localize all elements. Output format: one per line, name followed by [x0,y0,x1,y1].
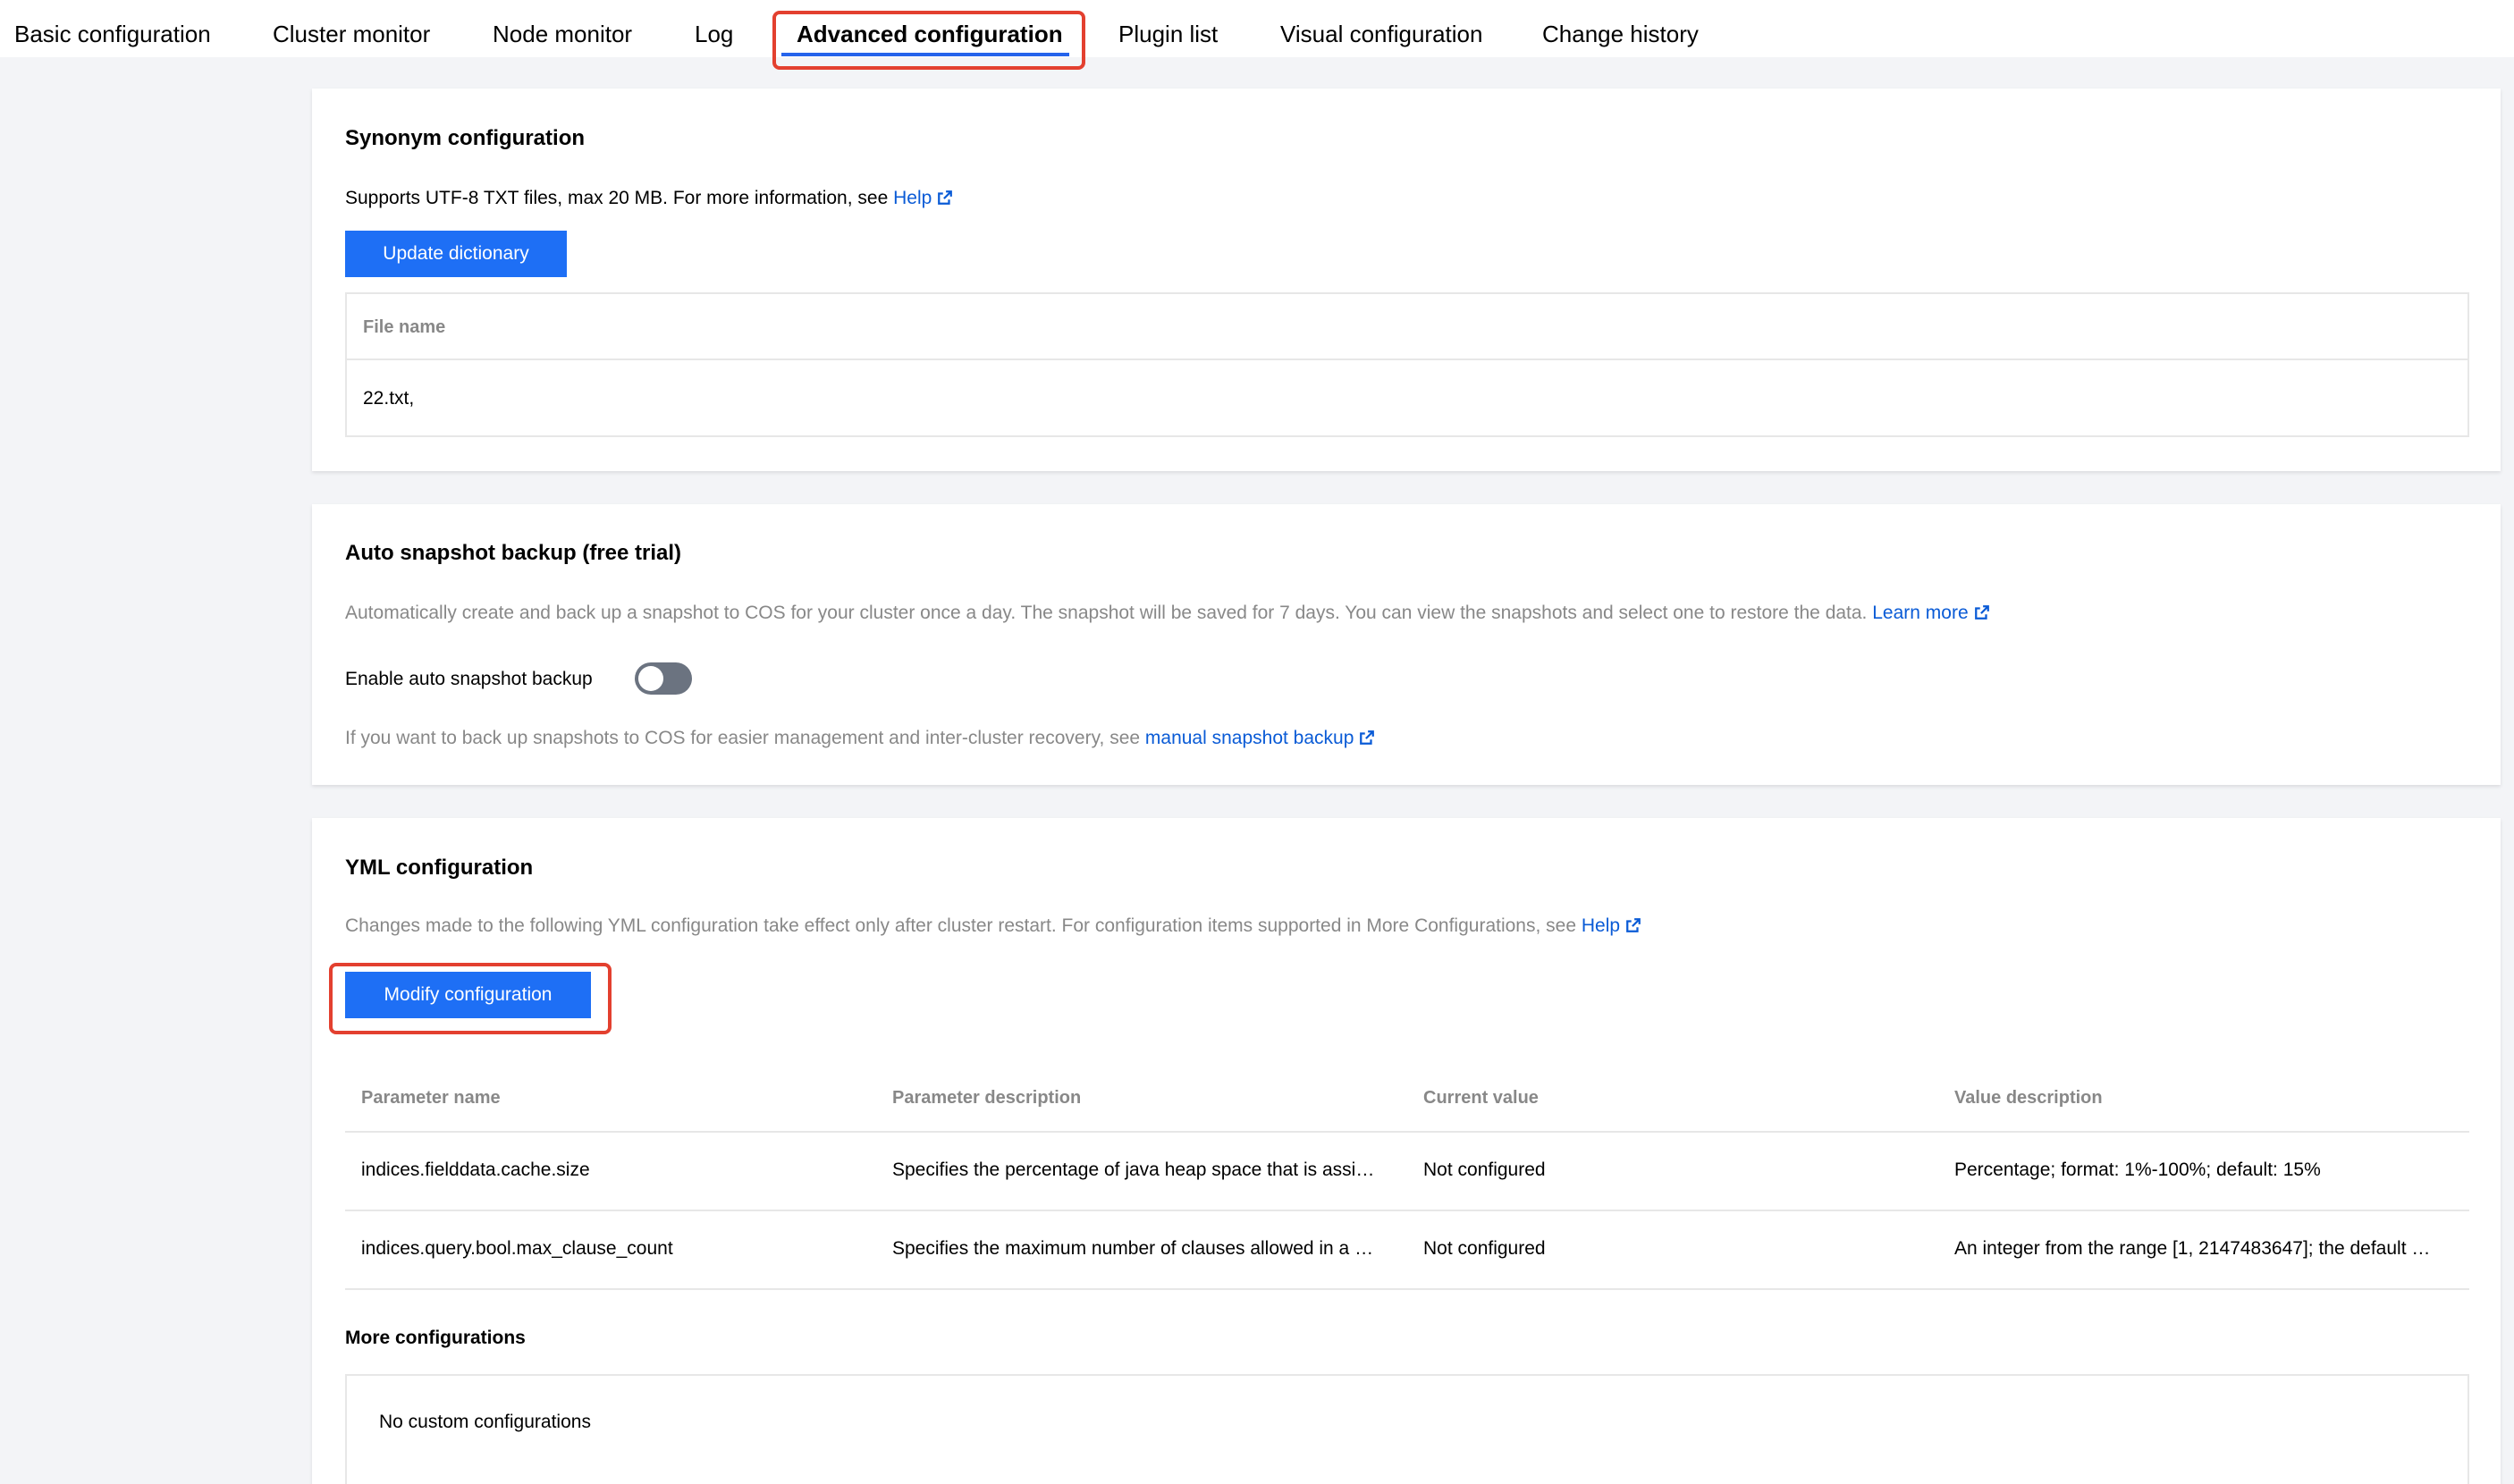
column-header-parameter-description: Parameter description [892,1088,1082,1108]
external-link-icon [1626,918,1641,932]
file-name-header: File name [363,317,446,337]
external-link-icon [1360,730,1375,745]
table-header: Parameter name Parameter description Cur… [345,1059,2469,1133]
yml-title: YML configuration [345,856,534,880]
update-dictionary-button[interactable]: Update dictionary [345,231,567,277]
manual-snapshot-link[interactable]: manual snapshot backup [1145,728,1376,748]
app-root: Basic configuration Cluster monitor Node… [0,0,2514,1484]
synonym-configuration-card: Synonym configuration Supports UTF-8 TXT… [312,89,2501,471]
snapshot-description: Automatically create and back up a snaps… [345,603,1990,624]
synonym-description: Supports UTF-8 TXT files, max 20 MB. For… [345,188,953,209]
parameter-name-cell: indices.query.bool.max_clause_count [361,1238,673,1259]
toggle-label: Enable auto snapshot backup [345,669,593,689]
synonym-help-link[interactable]: Help [893,188,953,208]
column-header-current-value: Current value [1423,1088,1539,1108]
parameter-description-cell: Specifies the maximum number of clauses … [892,1238,1374,1259]
more-configurations-box: No custom configurations [345,1374,2469,1484]
external-link-icon [938,190,953,205]
column-header-value-description: Value description [1954,1088,2103,1108]
tab-bar: Basic configuration Cluster monitor Node… [0,0,2514,57]
snapshot-title: Auto snapshot backup (free trial) [345,541,682,565]
parameter-description-cell: Specifies the percentage of java heap sp… [892,1159,1375,1180]
yml-configuration-card: YML configuration Changes made to the fo… [312,818,2501,1484]
tab-visual-configuration[interactable]: Visual configuration [1280,0,1482,57]
empty-state-text: No custom configurations [379,1412,591,1432]
table-row: indices.query.bool.max_clause_count Spec… [345,1211,2469,1290]
synonym-file-table: File name 22.txt, [345,292,2469,437]
learn-more-link[interactable]: Learn more [1872,603,1989,623]
tab-plugin-list[interactable]: Plugin list [1118,0,1218,57]
value-description-cell: Percentage; format: 1%-100%; default: 15… [1954,1159,2321,1180]
tab-basic-configuration[interactable]: Basic configuration [14,0,211,57]
tab-node-monitor[interactable]: Node monitor [493,0,632,57]
yml-help-link[interactable]: Help [1582,915,1641,936]
external-link-icon [1974,605,1989,620]
snapshot-note: If you want to back up snapshots to COS … [345,728,1375,749]
current-value-cell: Not configured [1423,1159,1546,1180]
value-description-cell: An integer from the range [1, 2147483647… [1954,1238,2431,1259]
synonym-title: Synonym configuration [345,126,586,150]
modify-configuration-button[interactable]: Modify configuration [345,972,591,1018]
column-header-parameter-name: Parameter name [361,1088,501,1108]
tab-change-history[interactable]: Change history [1542,0,1699,57]
table-row: indices.fielddata.cache.size Specifies t… [345,1133,2469,1211]
auto-snapshot-toggle[interactable] [635,662,692,695]
toggle-knob [638,666,663,691]
tab-cluster-monitor[interactable]: Cluster monitor [273,0,430,57]
table-header: File name [347,294,2468,360]
tab-advanced-configuration[interactable]: Advanced configuration [797,0,1063,57]
active-tab-indicator [781,53,1069,56]
yml-description: Changes made to the following YML config… [345,915,1641,937]
tab-log[interactable]: Log [695,0,733,57]
auto-snapshot-card: Auto snapshot backup (free trial) Automa… [312,504,2501,785]
parameter-name-cell: indices.fielddata.cache.size [361,1159,590,1180]
file-name-cell: 22.txt, [363,388,415,409]
current-value-cell: Not configured [1423,1238,1546,1259]
more-configurations-title: More configurations [345,1328,526,1348]
